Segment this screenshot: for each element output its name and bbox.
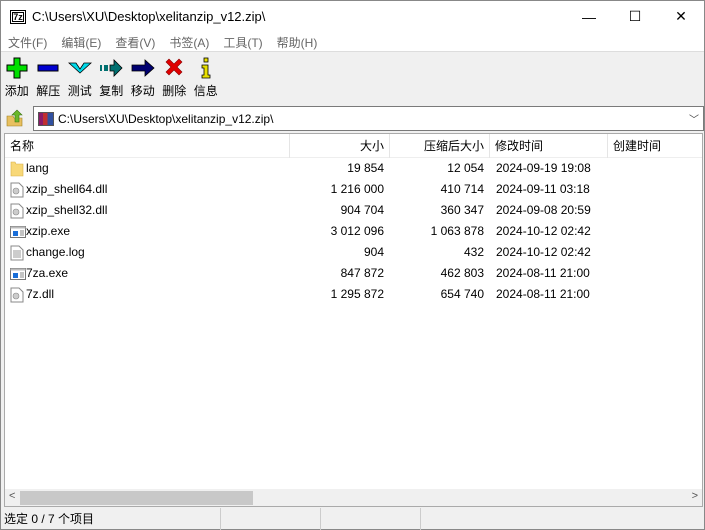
file-list: 名称 大小 压缩后大小 修改时间 创建时间 lang 19 854 12 054…: [4, 133, 703, 489]
file-modified: 2024-10-12 02:42: [496, 245, 591, 259]
file-name: xzip_shell32.dll: [26, 203, 108, 217]
close-button[interactable]: ✕: [658, 1, 704, 32]
file-packed-size: 432: [463, 245, 484, 259]
file-row[interactable]: lang 19 854 12 054 2024-09-19 19:08: [5, 158, 702, 179]
menu-tools[interactable]: 工具(T): [216, 32, 269, 51]
folder-up-icon[interactable]: [6, 109, 24, 127]
status-selection: 选定 0 / 7 个项目: [1, 508, 221, 530]
minus-icon: [37, 55, 59, 81]
add-button[interactable]: 添加: [1, 55, 33, 99]
dll-icon: [10, 203, 24, 219]
test-button[interactable]: 测试: [64, 55, 96, 99]
check-icon: [67, 55, 92, 81]
file-packed-size: 360 347: [440, 203, 484, 217]
extract-label: 解压: [36, 84, 61, 98]
scrollbar-thumb[interactable]: [20, 491, 253, 505]
file-name: 7z.dll: [26, 287, 55, 301]
file-packed-size: 1 063 878: [430, 224, 484, 238]
test-label: 测试: [67, 84, 92, 98]
file-packed-size: 410 714: [440, 182, 484, 196]
file-name: lang: [26, 161, 49, 175]
column-header-packed-size[interactable]: 压缩后大小: [390, 134, 490, 158]
menu-view[interactable]: 查看(V): [108, 32, 162, 51]
file-row[interactable]: xzip.exe 3 012 096 1 063 878 2024-10-12 …: [5, 221, 702, 242]
delete-button[interactable]: 删除: [159, 55, 191, 99]
move-arrow-icon: [131, 55, 155, 81]
file-row[interactable]: xzip_shell64.dll 1 216 000 410 714 2024-…: [5, 179, 702, 200]
column-header-created[interactable]: 创建时间: [608, 134, 704, 158]
file-modified: 2024-08-11 21:00: [496, 287, 590, 301]
file-row[interactable]: xzip_shell32.dll 904 704 360 347 2024-09…: [5, 200, 702, 221]
file-name: xzip_shell64.dll: [26, 182, 108, 196]
file-modified: 2024-08-11 21:00: [496, 266, 590, 280]
file-row[interactable]: change.log 904 432 2024-10-12 02:42: [5, 242, 702, 263]
file-size: 1 216 000: [330, 182, 384, 196]
copy-label: 复制: [99, 84, 124, 98]
status-panel-2: [221, 508, 321, 530]
window-title: C:\Users\XU\Desktop\xelitanzip_v12.zip\: [32, 9, 266, 24]
chevron-down-icon[interactable]: ﹀: [689, 111, 699, 126]
address-path: C:\Users\XU\Desktop\xelitanzip_v12.zip\: [58, 111, 274, 126]
exe-icon: [10, 224, 26, 240]
file-name: 7za.exe: [26, 266, 69, 280]
address-row: C:\Users\XU\Desktop\xelitanzip_v12.zip\ …: [1, 105, 704, 132]
info-icon: [198, 55, 214, 81]
copy-button[interactable]: 复制: [96, 55, 128, 99]
file-modified: 2024-09-08 20:59: [496, 203, 591, 217]
scroll-left-icon[interactable]: <: [9, 490, 15, 502]
menu-file[interactable]: 文件(F): [1, 32, 54, 51]
status-bar: 选定 0 / 7 个项目: [1, 508, 704, 530]
dll-icon: [10, 182, 24, 198]
file-size: 1 295 872: [330, 287, 384, 301]
file-row[interactable]: 7z.dll 1 295 872 654 740 2024-08-11 21:0…: [5, 284, 702, 305]
file-packed-size: 12 054: [447, 161, 484, 175]
toolbar: 添加 解压 测试 复制 移动 删除 信息: [1, 55, 222, 99]
text-icon: [10, 245, 24, 261]
move-label: 移动: [130, 84, 155, 98]
move-button[interactable]: 移动: [127, 55, 159, 99]
file-size: 3 012 096: [330, 224, 384, 238]
file-modified: 2024-10-12 02:42: [496, 224, 591, 238]
file-row[interactable]: 7za.exe 847 872 462 803 2024-08-11 21:00: [5, 263, 702, 284]
plus-icon: [6, 55, 28, 81]
scroll-right-icon[interactable]: >: [692, 490, 698, 502]
7zip-app-icon: 7z: [10, 9, 26, 24]
horizontal-scrollbar[interactable]: < >: [4, 489, 703, 507]
list-header: 名称 大小 压缩后大小 修改时间 创建时间: [5, 134, 702, 158]
delete-label: 删除: [162, 84, 187, 98]
column-header-size[interactable]: 大小: [290, 134, 390, 158]
column-header-name[interactable]: 名称: [5, 134, 290, 158]
address-bar[interactable]: C:\Users\XU\Desktop\xelitanzip_v12.zip\ …: [33, 106, 704, 131]
info-label: 信息: [193, 84, 218, 98]
menu-bookmarks[interactable]: 书签(A): [162, 32, 216, 51]
file-size: 847 872: [340, 266, 384, 280]
dll-icon: [10, 287, 24, 303]
copy-arrow-icon: [99, 55, 123, 81]
menu-edit[interactable]: 编辑(E): [54, 32, 108, 51]
extract-button[interactable]: 解压: [33, 55, 65, 99]
file-name: change.log: [26, 245, 85, 259]
file-size: 904 704: [340, 203, 384, 217]
archive-icon: [38, 111, 54, 126]
file-modified: 2024-09-19 19:08: [496, 161, 591, 175]
exe-icon: [10, 266, 26, 282]
menu-bar: 文件(F) 编辑(E) 查看(V) 书签(A) 工具(T) 帮助(H): [1, 32, 704, 52]
file-packed-size: 654 740: [440, 287, 484, 301]
file-packed-size: 462 803: [440, 266, 484, 280]
status-panel-3: [321, 508, 421, 530]
maximize-button[interactable]: ☐: [612, 1, 658, 32]
status-panel-4: [421, 508, 704, 530]
file-size: 904: [363, 245, 384, 259]
menu-help[interactable]: 帮助(H): [270, 32, 325, 51]
file-name: xzip.exe: [26, 224, 71, 238]
file-modified: 2024-09-11 03:18: [496, 182, 590, 196]
delete-x-icon: [163, 55, 185, 81]
minimize-button[interactable]: —: [566, 1, 612, 32]
add-label: 添加: [4, 84, 29, 98]
info-button[interactable]: 信息: [190, 55, 222, 99]
column-header-modified[interactable]: 修改时间: [490, 134, 608, 158]
folder-icon: [10, 161, 24, 177]
title-bar: 7z C:\Users\XU\Desktop\xelitanzip_v12.zi…: [1, 1, 704, 32]
file-size: 19 854: [347, 161, 384, 175]
